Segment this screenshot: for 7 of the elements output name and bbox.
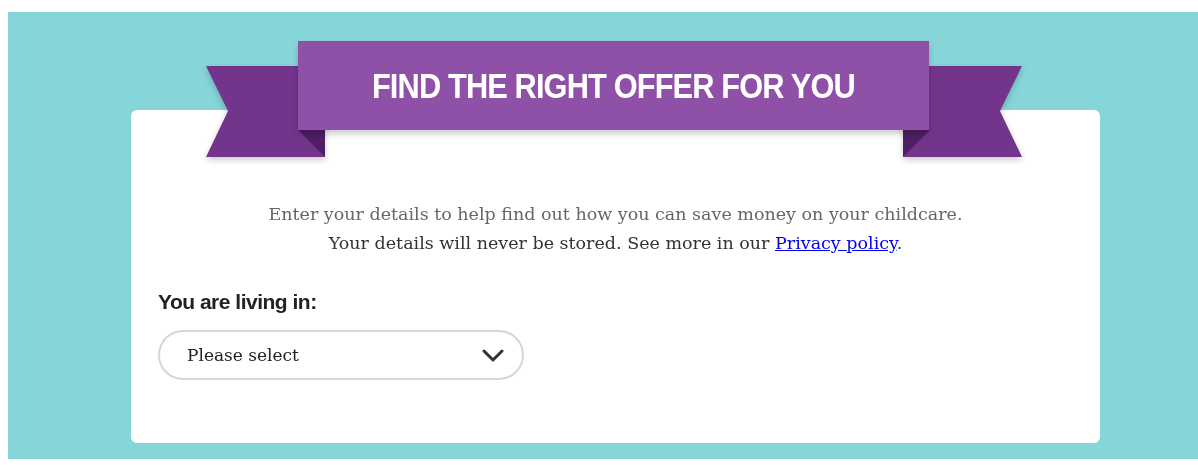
privacy-notice: Your details will never be stored. See more in our Privacy policy. [328, 232, 903, 255]
chevron-down-icon [482, 348, 504, 362]
country-select[interactable]: Please select [158, 330, 524, 380]
intro-text: Enter your details to help find out how you can save money on your childcare. [268, 203, 963, 226]
field-label: You are living in: [158, 290, 317, 314]
banner-title: FIND THE RIGHT OFFER FOR YOU [372, 65, 855, 106]
privacy-link[interactable]: Privacy policy [775, 233, 897, 253]
